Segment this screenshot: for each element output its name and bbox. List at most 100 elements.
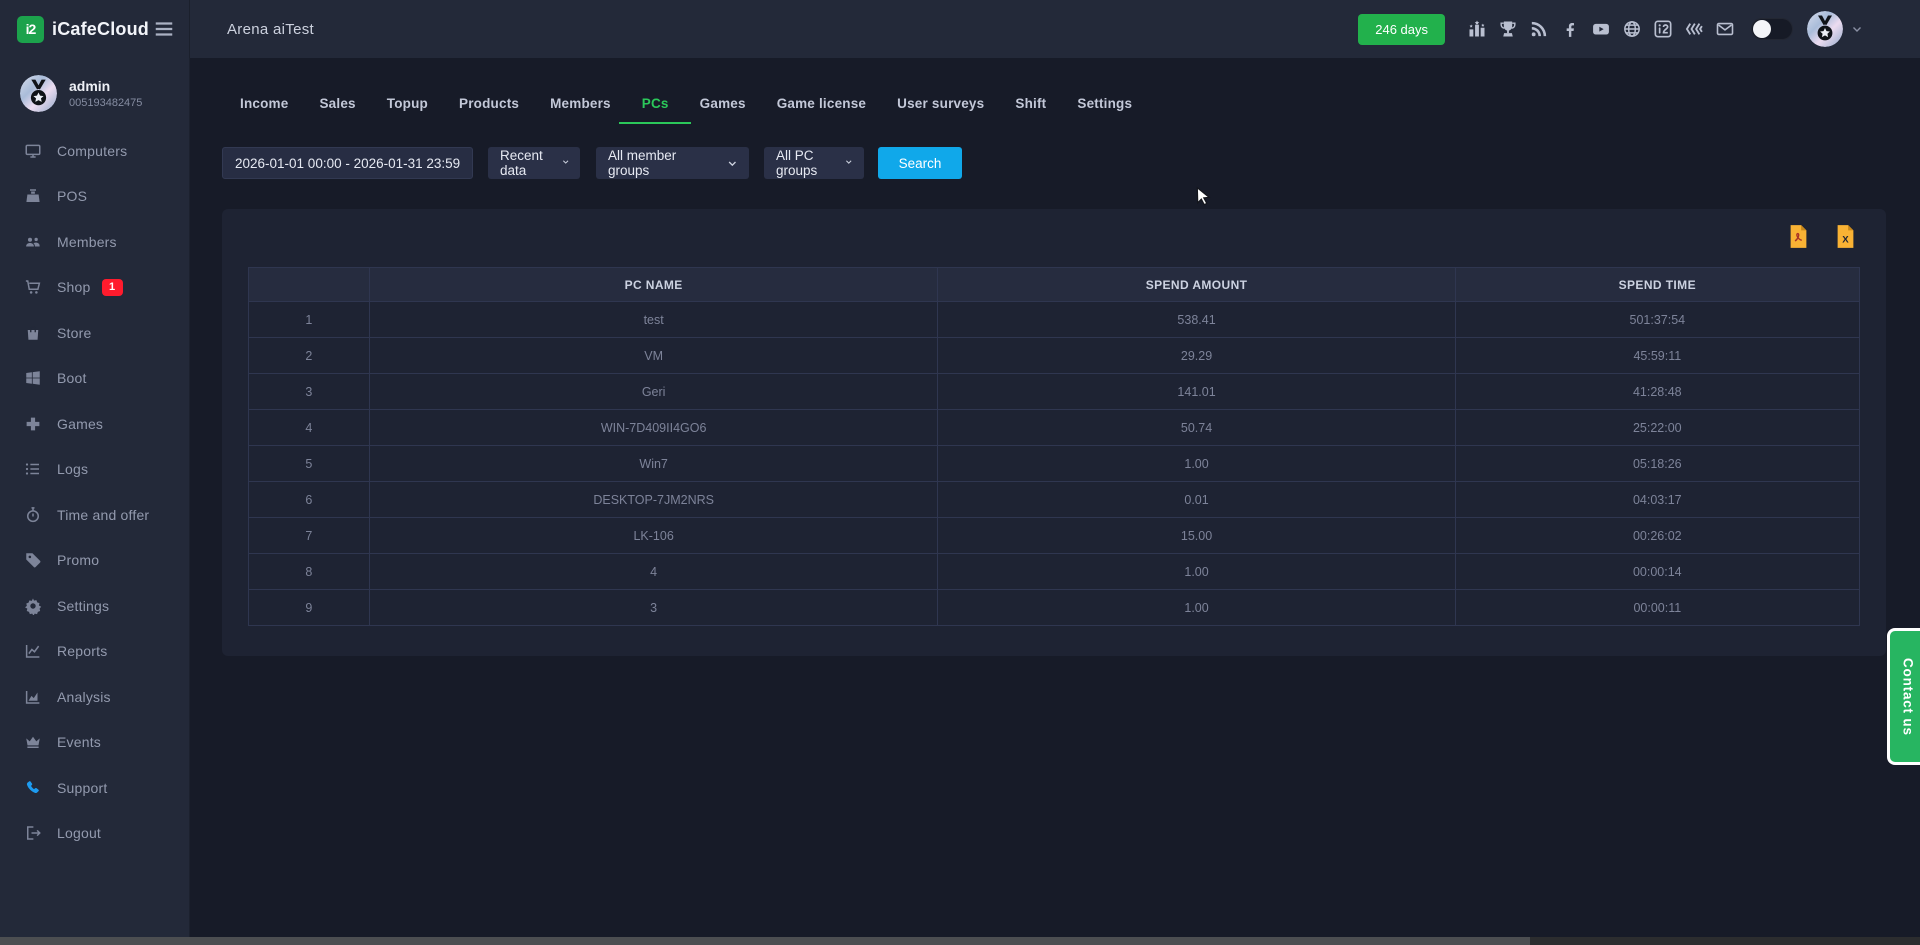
avatar[interactable] xyxy=(1807,11,1843,47)
games-icon xyxy=(24,415,42,433)
sidebar-item-events[interactable]: Events xyxy=(0,720,189,766)
tab-members[interactable]: Members xyxy=(550,96,611,111)
sidebar-item-label: POS xyxy=(57,188,88,205)
table-row: 2 VM 29.29 45:59:11 xyxy=(248,337,1861,374)
table-cell: 45:59:11 xyxy=(1454,337,1861,374)
export-pdf-icon[interactable] xyxy=(1788,224,1809,249)
row-index-cell: 3 xyxy=(248,373,370,410)
tab-topup[interactable]: Topup xyxy=(387,96,428,111)
pos-icon xyxy=(24,187,42,205)
tab-game-license[interactable]: Game license xyxy=(777,96,866,111)
table-cell: 25:22:00 xyxy=(1454,409,1861,446)
contact-us-label: Contact us xyxy=(1900,657,1916,736)
search-button[interactable]: Search xyxy=(878,147,962,179)
table-cell: WIN-7D409II4GO6 xyxy=(368,409,939,446)
trophy-icon[interactable] xyxy=(1498,19,1518,39)
icafecloud-icon[interactable] xyxy=(1653,19,1673,39)
shop-icon xyxy=(24,278,42,296)
icafecloud-logo-icon[interactable]: i2 xyxy=(17,15,44,43)
sidebar-item-label: Computers xyxy=(57,142,128,159)
member-groups-select[interactable]: All member groups xyxy=(596,147,749,179)
table-cell: test xyxy=(368,301,939,338)
horizontal-scrollbar[interactable] xyxy=(0,937,1920,945)
sidebar-item-store[interactable]: Store xyxy=(0,310,189,356)
layers-icon[interactable] xyxy=(1684,19,1704,39)
tab-games[interactable]: Games xyxy=(700,96,746,111)
table-cell: 1.00 xyxy=(937,553,1456,590)
horizontal-scrollbar-thumb[interactable] xyxy=(0,937,1530,945)
table-row: 5 Win7 1.00 05:18:26 xyxy=(248,445,1861,482)
theme-toggle[interactable] xyxy=(1751,18,1793,40)
sidebar-item-boot[interactable]: Boot xyxy=(0,356,189,402)
tab-sales[interactable]: Sales xyxy=(319,96,355,111)
chevron-down-icon[interactable] xyxy=(1850,22,1864,36)
sidebar-item-analysis[interactable]: Analysis xyxy=(0,674,189,720)
table-cell: 141.01 xyxy=(937,373,1456,410)
table-row: 9 3 1.00 00:00:11 xyxy=(248,589,1861,626)
events-icon xyxy=(24,733,42,751)
row-index-cell: 4 xyxy=(248,409,370,446)
table-cell: 00:00:11 xyxy=(1454,589,1861,626)
facebook-icon[interactable] xyxy=(1560,19,1580,39)
sidebar-item-logs[interactable]: Logs xyxy=(0,447,189,493)
rss-icon[interactable] xyxy=(1529,19,1549,39)
sidebar-item-label: Support xyxy=(57,779,108,796)
sidebar-item-shop[interactable]: Shop 1 xyxy=(0,265,189,311)
support-icon xyxy=(24,779,42,797)
sidebar-item-settings[interactable]: Settings xyxy=(0,583,189,629)
sidebar-item-label: Games xyxy=(57,415,104,432)
table-cell: Win7 xyxy=(368,445,939,482)
table-header-row: PC NAME SPEND AMOUNT SPEND TIME xyxy=(248,267,1861,302)
sidebar-item-label: Members xyxy=(57,233,117,250)
sidebar-item-label: Store xyxy=(57,324,92,341)
page-title: Arena aiTest xyxy=(227,20,314,38)
table-cell: LK-106 xyxy=(368,517,939,554)
tab-shift[interactable]: Shift xyxy=(1015,96,1046,111)
mail-icon[interactable] xyxy=(1715,19,1735,39)
user-avatar xyxy=(20,75,57,112)
settings-icon xyxy=(24,597,42,615)
brand-zone: i2 iCafeCloud xyxy=(0,0,190,58)
sidebar-item-pos[interactable]: POS xyxy=(0,174,189,220)
contact-us-button[interactable]: Contact us xyxy=(1887,628,1920,765)
sidebar-item-label: Logs xyxy=(57,461,89,478)
table-row: 7 LK-106 15.00 00:26:02 xyxy=(248,517,1861,554)
tab-settings[interactable]: Settings xyxy=(1077,96,1132,111)
export-row: X xyxy=(1788,224,1856,249)
sidebar-item-label: Promo xyxy=(57,552,100,569)
sidebar-item-computers[interactable]: Computers xyxy=(0,128,189,174)
tab-user-surveys[interactable]: User surveys xyxy=(897,96,984,111)
sidebar-item-games[interactable]: Games xyxy=(0,401,189,447)
recent-data-select[interactable]: Recent data xyxy=(488,147,580,179)
analysis-icon xyxy=(24,688,42,706)
sidebar-item-logout[interactable]: Logout xyxy=(0,811,189,857)
sidebar-item-time-and-offer[interactable]: Time and offer xyxy=(0,492,189,538)
pc-groups-select[interactable]: All PC groups xyxy=(764,147,864,179)
export-excel-icon[interactable]: X xyxy=(1835,224,1856,249)
table-row: 1 test 538.41 501:37:54 xyxy=(248,301,1861,338)
date-range-input[interactable] xyxy=(222,147,473,179)
sidebar-item-promo[interactable]: Promo xyxy=(0,538,189,584)
table-cell: VM xyxy=(368,337,939,374)
hamburger-menu-icon[interactable] xyxy=(153,18,175,40)
tab-income[interactable]: Income xyxy=(240,96,288,111)
tab-products[interactable]: Products xyxy=(459,96,519,111)
boot-icon xyxy=(24,369,42,387)
subscription-days-badge[interactable]: 246 days xyxy=(1358,13,1445,45)
sidebar-item-label: Boot xyxy=(57,370,87,387)
user-block[interactable]: admin 005193482475 xyxy=(0,58,189,112)
youtube-icon[interactable] xyxy=(1591,19,1611,39)
table-cell: 04:03:17 xyxy=(1454,481,1861,518)
website-globe-icon[interactable] xyxy=(1622,19,1642,39)
sidebar-item-support[interactable]: Support xyxy=(0,765,189,811)
sidebar-item-members[interactable]: Members xyxy=(0,219,189,265)
column-header-spend-time: SPEND TIME xyxy=(1454,267,1861,302)
brand-name[interactable]: iCafeCloud xyxy=(52,19,153,40)
tab-pcs[interactable]: PCs xyxy=(642,96,669,111)
sidebar-item-reports[interactable]: Reports xyxy=(0,629,189,675)
store-icon xyxy=(24,324,42,342)
ranking-icon[interactable] xyxy=(1467,19,1487,39)
report-tabs: Income Sales Topup Products Members PCs Games G… xyxy=(240,86,1132,120)
table-cell: 15.00 xyxy=(937,517,1456,554)
theme-toggle-knob xyxy=(1753,20,1771,38)
